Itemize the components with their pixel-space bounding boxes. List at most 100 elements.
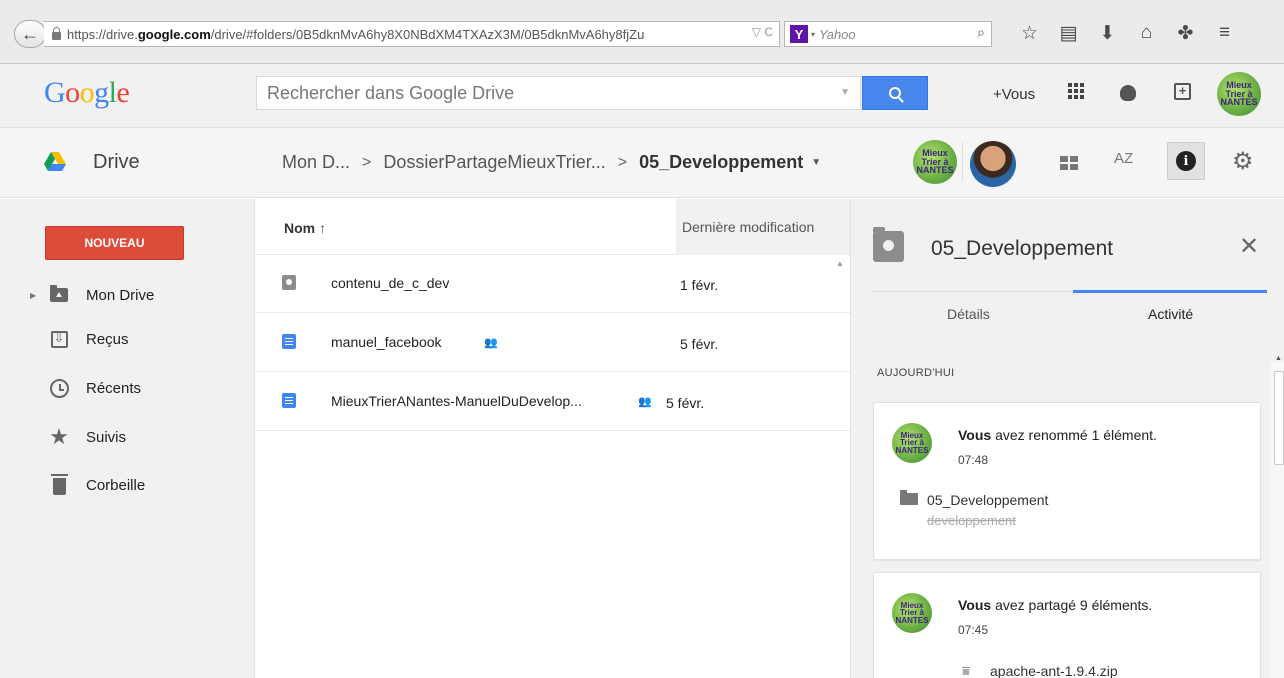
drive-logo-icon <box>44 152 66 171</box>
sidebar-item-label: Reçus <box>86 330 129 348</box>
home-icon[interactable]: ⌂ <box>1127 18 1166 48</box>
scroll-up-arrow-icon[interactable]: ▲ <box>836 259 844 268</box>
reload-icon[interactable]: ▽ C <box>752 25 773 39</box>
sort-az-icon[interactable]: AZ <box>1114 150 1133 167</box>
details-title: 05_Developpement <box>931 237 1114 260</box>
bookmark-star-icon[interactable]: ☆ <box>1010 18 1049 48</box>
column-header-name[interactable]: Nom ↑ <box>284 220 326 236</box>
notifications-bell-icon[interactable] <box>1120 85 1136 101</box>
file-list: Nom ↑ Dernière modification contenu_de_c_… <box>256 199 850 678</box>
file-row[interactable]: contenu_de_c_dev 1 févr. <box>256 255 850 313</box>
activity-message: Vous avez renommé 1 élément. <box>958 427 1157 443</box>
sidebar-item-my-drive[interactable]: ▶ Mon Drive <box>0 275 254 315</box>
shared-folder-icon <box>873 227 904 262</box>
sidebar-item-label: Suivis <box>86 428 127 446</box>
clock-icon <box>49 378 69 398</box>
shared-folder-icon <box>282 275 296 290</box>
document-icon <box>282 393 296 408</box>
details-toggle-button[interactable]: i <box>1167 142 1205 180</box>
apps-grid-icon[interactable] <box>1068 83 1084 99</box>
tab-activity[interactable]: Activité <box>1148 306 1193 322</box>
file-name: MieuxTrierANantes-ManuelDuDevelop... <box>331 393 582 409</box>
file-name: manuel_facebook <box>331 334 442 350</box>
file-modified-date: 1 févr. <box>680 277 719 293</box>
back-arrow-icon: ← <box>21 23 39 44</box>
info-icon: i <box>1176 151 1196 171</box>
breadcrumb-current-folder[interactable]: 05_Developpement <box>639 152 803 173</box>
scroll-thumb[interactable] <box>1274 371 1284 465</box>
download-icon[interactable]: ⬇ <box>1088 18 1127 48</box>
gear-icon[interactable]: ⚙ <box>1232 147 1254 176</box>
shared-user-avatar[interactable]: Mieux Trier à NANTES <box>913 140 957 184</box>
tab-details[interactable]: Détails <box>947 306 990 322</box>
expand-arrow-icon[interactable]: ▶ <box>30 291 36 300</box>
actor-avatar: Mieux Trier à NANTES <box>892 593 932 633</box>
file-row[interactable]: MieuxTrierANantes-ManuelDuDevelop... 👥 5… <box>256 373 850 431</box>
details-tabs: Détails Activité <box>871 290 1267 343</box>
sidebar-item-incoming[interactable]: Reçus <box>0 319 254 359</box>
breadcrumb-item-my-drive[interactable]: Mon D... <box>282 152 350 173</box>
file-name: contenu_de_c_dev <box>331 275 450 291</box>
plus-you-link[interactable]: +Vous <box>993 86 1035 103</box>
sidebar-item-starred[interactable]: ★ Suivis <box>0 417 254 457</box>
back-button[interactable]: ← <box>14 20 46 48</box>
document-icon <box>282 334 296 349</box>
google-logo-letter: e <box>116 76 130 109</box>
menu-icon[interactable]: ≡ <box>1205 18 1244 48</box>
yahoo-logo-icon: Y <box>790 25 808 43</box>
grid-view-icon[interactable] <box>1060 156 1078 170</box>
address-bar[interactable]: https://drive.google.com/drive/#folders/… <box>44 21 780 47</box>
column-header-modified[interactable]: Dernière modification <box>676 199 850 255</box>
actor-avatar: Mieux Trier à NANTES <box>892 423 932 463</box>
list-header: Nom ↑ Dernière modification <box>256 199 850 255</box>
search-input[interactable]: Rechercher dans Google Drive ▼ <box>256 76 861 110</box>
details-scrollbar[interactable]: ▲ <box>1271 355 1284 678</box>
google-bar: Google Rechercher dans Google Drive ▼ +V… <box>0 64 1284 128</box>
browser-search-box[interactable]: Y ▾ Yahoo ⌕ <box>784 21 992 47</box>
shared-item-name[interactable]: apache-ant-1.9.4.zip <box>990 663 1118 678</box>
browser-toolbar: ← https://drive.google.com/drive/#folder… <box>0 0 1284 64</box>
renamed-item-new-name[interactable]: 05_Developpement <box>927 492 1048 508</box>
account-avatar[interactable]: Mieux Trier à NANTES <box>1217 72 1261 116</box>
incoming-icon <box>49 329 69 349</box>
drive-header: Drive Mon D... > DossierPartageMieuxTrie… <box>0 128 1284 198</box>
divider <box>962 142 963 182</box>
sidebar-item-recent[interactable]: Récents <box>0 368 254 408</box>
user-photo-avatar[interactable] <box>970 141 1016 187</box>
zip-file-icon: ⩸ <box>962 663 970 678</box>
extension-icon[interactable]: ✤ <box>1166 18 1205 48</box>
chevron-right-icon: > <box>362 153 372 171</box>
chevron-down-icon[interactable]: ▼ <box>811 157 821 168</box>
breadcrumb-item-shared-folder[interactable]: DossierPartageMieuxTrier... <box>383 152 605 173</box>
google-logo[interactable]: Google <box>44 76 130 110</box>
sidebar-item-label: Mon Drive <box>86 286 155 304</box>
folder-icon <box>900 490 918 505</box>
close-icon[interactable]: ✕ <box>1239 235 1259 259</box>
url-text: https://drive.google.com/drive/#folders/… <box>67 26 645 42</box>
reading-list-icon[interactable]: ▤ <box>1049 18 1088 48</box>
shared-people-icon: 👥 <box>484 337 498 349</box>
search-placeholder: Rechercher dans Google Drive <box>267 83 515 103</box>
browser-search-placeholder: Yahoo <box>819 26 856 42</box>
file-row[interactable]: manuel_facebook 👥 5 févr. <box>256 314 850 372</box>
share-plus-icon[interactable]: + <box>1174 83 1191 100</box>
star-icon: ★ <box>49 424 69 449</box>
chevron-down-icon[interactable]: ▼ <box>840 77 850 109</box>
google-logo-letter: G <box>44 76 66 109</box>
activity-message: Vous avez partagé 9 éléments. <box>958 597 1153 613</box>
lock-icon <box>52 26 61 40</box>
activity-time: 07:48 <box>958 453 989 467</box>
new-button[interactable]: NOUVEAU <box>45 226 184 260</box>
scroll-up-arrow-icon[interactable]: ▲ <box>1275 355 1282 362</box>
sidebar-item-trash[interactable]: Corbeille <box>0 465 254 505</box>
google-logo-letter: l <box>108 76 117 109</box>
activity-time: 07:45 <box>958 623 989 637</box>
file-modified-date: 5 févr. <box>666 395 705 411</box>
active-tab-indicator <box>1073 290 1267 293</box>
activity-card: Mieux Trier à NANTES Vous avez partagé 9 é… <box>873 572 1261 678</box>
activity-date-heading: AUJOURD'HUI <box>877 367 955 379</box>
search-icon[interactable]: ⌕ <box>977 24 985 41</box>
details-panel: 05_Developpement ✕ Détails Activité AUJO… <box>850 199 1284 678</box>
search-button[interactable] <box>862 76 928 110</box>
drive-app-name[interactable]: Drive <box>93 151 140 174</box>
